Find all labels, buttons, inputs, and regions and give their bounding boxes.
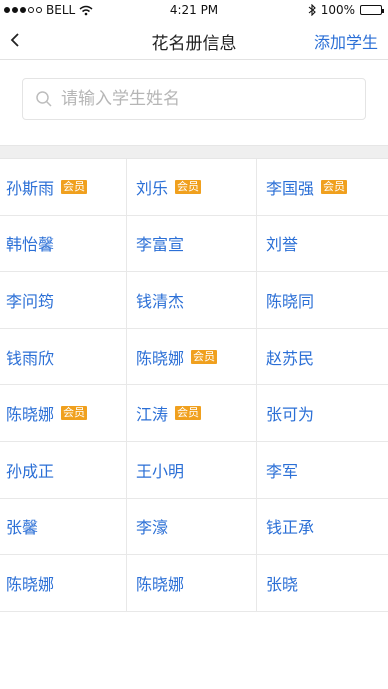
status-right: 100%: [308, 3, 384, 17]
student-cell[interactable]: 陈晓娜 会员: [0, 385, 127, 441]
student-name: 王小明: [136, 461, 185, 481]
student-cell[interactable]: 陈晓娜: [127, 555, 257, 611]
student-name: 韩怡馨: [6, 235, 55, 255]
student-name: 陈晓娜: [136, 574, 185, 594]
student-name: 孙斯雨: [6, 178, 55, 198]
student-name: 赵苏民: [266, 348, 315, 368]
student-name: 李富宣: [136, 235, 185, 255]
student-cell[interactable]: 陈晓同: [257, 272, 388, 328]
roster-row: 孙斯雨 会员 刘乐 会员 李国强 会员: [0, 159, 388, 216]
student-cell[interactable]: 陈晓娜 会员: [127, 328, 257, 385]
student-cell[interactable]: 韩怡馨: [0, 215, 127, 272]
roster-row: 陈晓娜 会员 江涛 会员 张可为: [0, 385, 388, 442]
student-name: 陈晓娜: [6, 405, 55, 425]
student-cell[interactable]: 钱雨欣: [0, 328, 127, 385]
search-box[interactable]: [22, 78, 366, 120]
student-cell[interactable]: 陈晓娜: [0, 555, 127, 611]
student-cell[interactable]: 赵苏民: [257, 329, 388, 385]
search-input[interactable]: [61, 79, 351, 119]
roster-row: 韩怡馨 李富宣 刘誉: [0, 215, 388, 273]
member-badge: 会员: [61, 179, 88, 194]
status-bar: BELL 4:21 PM 100%: [0, 0, 388, 20]
student-name: 钱雨欣: [6, 348, 55, 368]
student-cell[interactable]: 钱清杰: [127, 272, 257, 328]
roster-row: 李问筠 钱清杰 陈晓同: [0, 272, 388, 329]
student-name: 张馨: [6, 518, 39, 538]
roster-row: 钱雨欣 陈晓娜 会员 赵苏民: [0, 328, 388, 386]
student-cell[interactable]: 孙成正: [0, 441, 127, 498]
student-name: 张可为: [266, 405, 315, 425]
roster-row: 陈晓娜 陈晓娜 张晓: [0, 555, 388, 612]
student-cell[interactable]: 李问筠: [0, 272, 127, 328]
battery-icon: [360, 5, 384, 15]
student-cell[interactable]: 钱正承: [257, 499, 388, 555]
navigation-bar: 花名册信息 添加学生: [0, 20, 388, 60]
student-name: 刘乐: [136, 178, 169, 198]
roster-row: 张馨 李濠 钱正承: [0, 498, 388, 556]
student-cell[interactable]: 孙斯雨 会员: [0, 159, 127, 215]
student-name: 李问筠: [6, 291, 55, 311]
section-divider: [0, 145, 388, 159]
member-badge: 会员: [191, 349, 218, 364]
student-name: 钱清杰: [136, 291, 185, 311]
search-section: [0, 61, 388, 145]
member-badge: 会员: [175, 406, 202, 421]
student-cell[interactable]: 张馨: [0, 498, 127, 555]
member-badge: 会员: [321, 179, 348, 194]
student-name: 钱正承: [266, 518, 315, 538]
student-cell[interactable]: 张晓: [257, 555, 388, 611]
bluetooth-icon: [308, 4, 316, 16]
student-cell[interactable]: 江涛 会员: [127, 385, 257, 441]
add-student-button[interactable]: 添加学生: [314, 29, 378, 53]
member-badge: 会员: [61, 406, 88, 421]
student-name: 李国强: [266, 178, 315, 198]
search-icon: [36, 91, 52, 107]
student-name: 陈晓同: [266, 291, 315, 311]
student-name: 李濠: [136, 518, 169, 538]
student-name: 孙成正: [6, 461, 55, 481]
student-name: 张晓: [266, 574, 299, 594]
student-name: 李军: [266, 461, 299, 481]
student-roster-grid: 孙斯雨 会员 刘乐 会员 李国强 会员 韩怡馨 李富宣 刘誉 李问筠 钱清杰 陈晓同 钱雨欣 陈晓娜 会员赵…: [0, 159, 388, 612]
student-cell[interactable]: 刘誉: [257, 216, 388, 272]
student-cell[interactable]: 李国强 会员: [257, 159, 388, 215]
student-cell[interactable]: 李军: [257, 442, 388, 498]
student-cell[interactable]: 王小明: [127, 441, 257, 498]
student-cell[interactable]: 李濠: [127, 498, 257, 555]
student-cell[interactable]: 李富宣: [127, 215, 257, 272]
student-name: 刘誉: [266, 235, 299, 255]
student-cell[interactable]: 刘乐 会员: [127, 159, 257, 215]
student-name: 江涛: [136, 405, 169, 425]
student-cell[interactable]: 张可为: [257, 385, 388, 441]
student-name: 陈晓娜: [6, 574, 55, 594]
roster-row: 孙成正 王小明 李军: [0, 441, 388, 499]
member-badge: 会员: [175, 179, 202, 194]
battery-percent: 100%: [320, 3, 355, 17]
student-name: 陈晓娜: [136, 348, 185, 368]
